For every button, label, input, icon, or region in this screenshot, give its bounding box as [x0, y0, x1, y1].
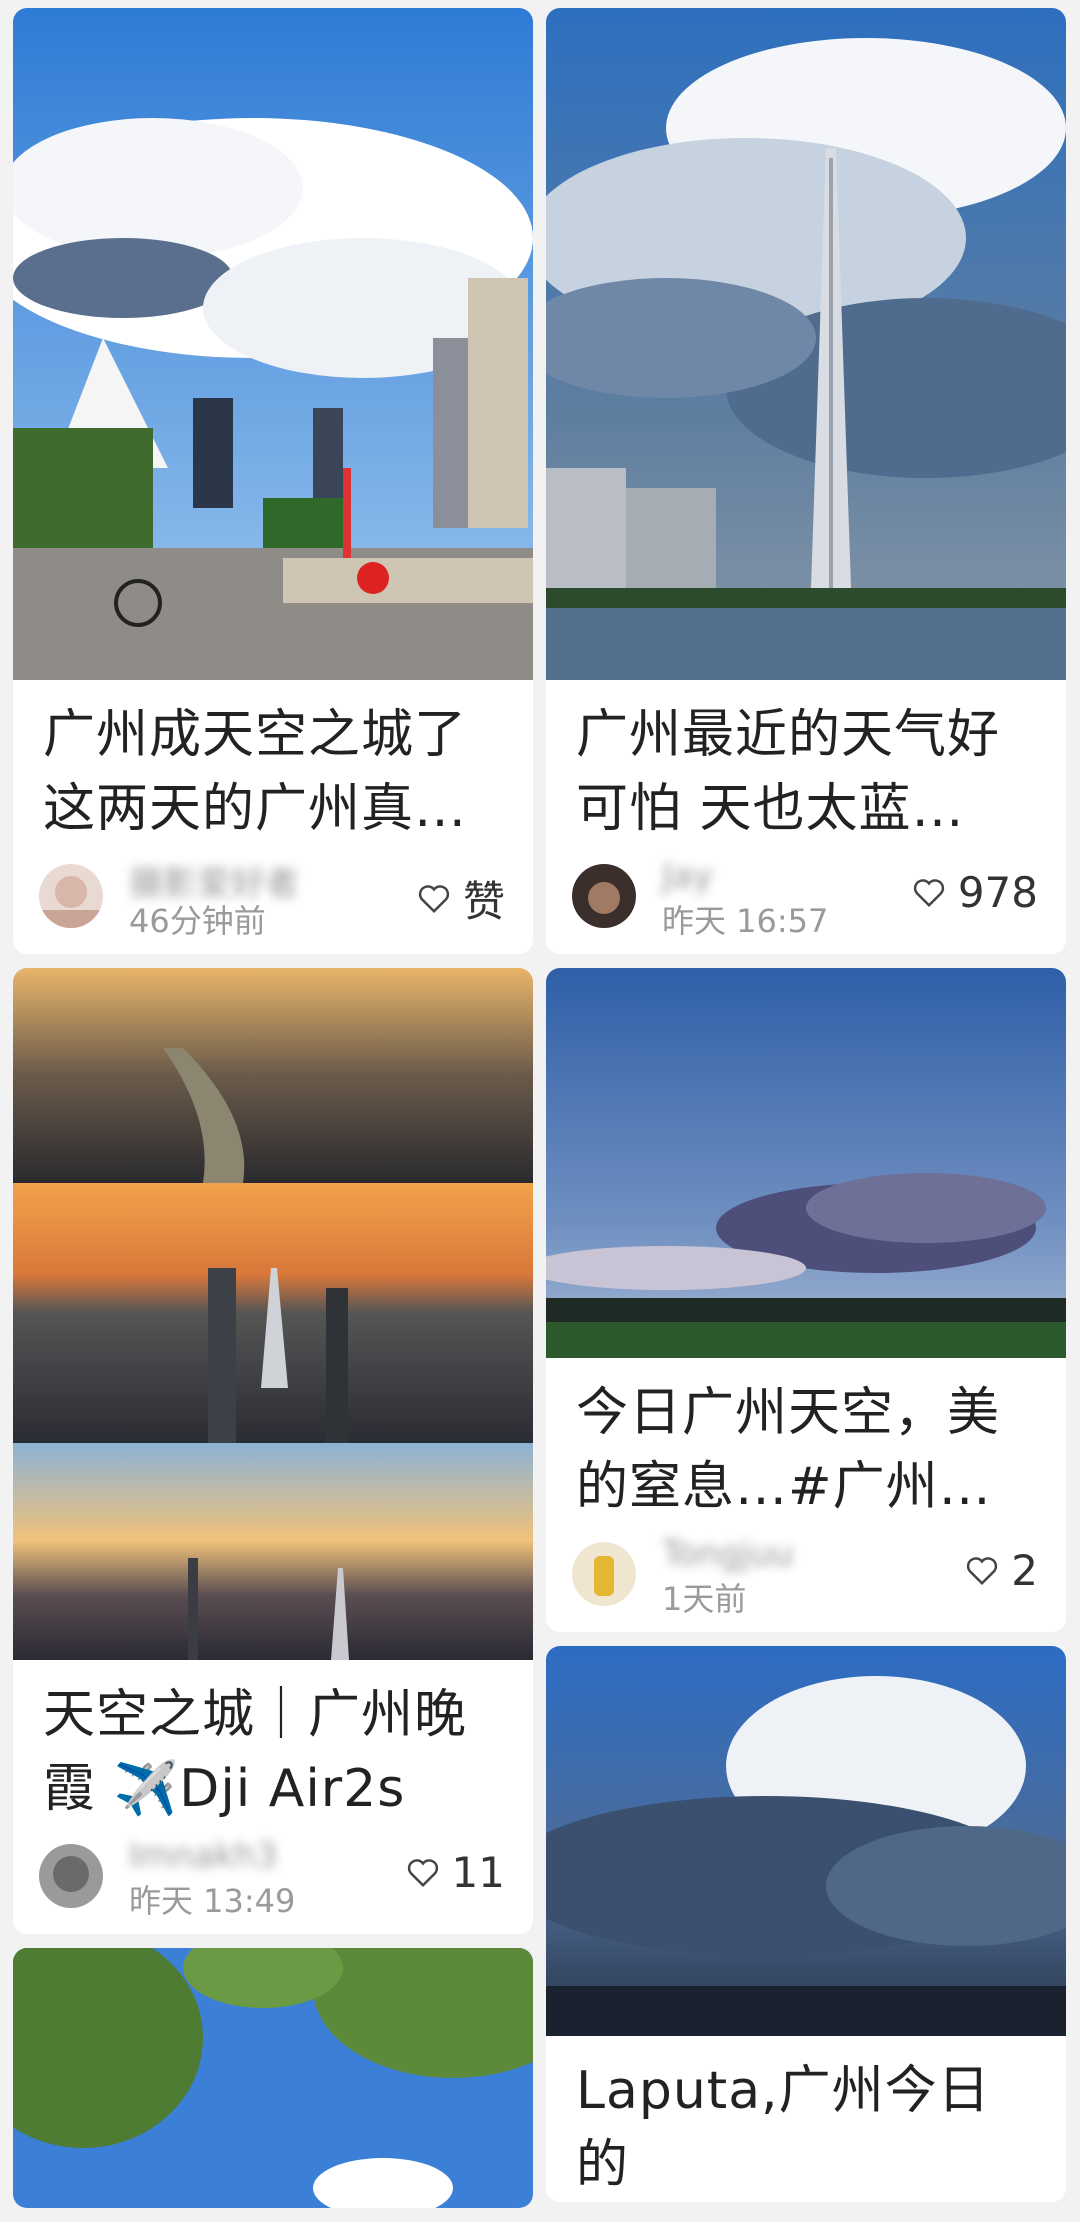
post-card[interactable]: 广州成天空之城了 这两天的广州真… 摄影爱好者 46分钟前 赞	[13, 8, 533, 954]
author-name[interactable]: Jay	[662, 856, 713, 896]
like-count: 赞	[462, 877, 505, 926]
author-avatar[interactable]	[572, 1542, 636, 1606]
post-title[interactable]: 今日广州天空，美的窒息…#广州…	[546, 1358, 1066, 1524]
heart-icon	[913, 878, 944, 907]
like-count: 11	[451, 1848, 505, 1897]
post-card[interactable]: 天空之城｜广州晚霞 ✈️Dji Air2s 7.… Imnakh3 昨天 13:…	[13, 968, 533, 1934]
post-image-city-skyline[interactable]	[13, 8, 533, 680]
like-button[interactable]: 11	[406, 1848, 505, 1897]
author-name[interactable]: Tongjuu	[662, 1534, 793, 1574]
post-card[interactable]: 广州最近的天气好可怕 天也太蓝… Jay 昨天 16:57 978	[546, 8, 1066, 954]
post-time: 昨天 16:57	[662, 902, 829, 940]
author-name[interactable]: Imnakh3	[129, 1836, 277, 1876]
post-image-storm-cloud-skyline[interactable]	[546, 1646, 1066, 2036]
post-title[interactable]: 广州成天空之城了 这两天的广州真…	[13, 680, 533, 846]
author-avatar[interactable]	[572, 864, 636, 928]
post-image-trees-sky[interactable]	[13, 1948, 533, 2208]
post-meta: Tongjuu 1天前 2	[546, 1524, 1066, 1632]
post-time: 1天前	[662, 1580, 747, 1618]
feed-column-right: 广州最近的天气好可怕 天也太蓝… Jay 昨天 16:57 978 今日广州天空…	[546, 8, 1066, 2216]
post-image-sunset-aerial[interactable]	[13, 968, 533, 1660]
heart-icon	[967, 1556, 998, 1585]
post-title[interactable]: Laputa,广州今日的	[546, 2036, 1066, 2202]
like-button[interactable]: 2	[965, 1546, 1038, 1595]
post-meta: 摄影爱好者 46分钟前 赞	[13, 846, 533, 954]
post-title[interactable]: 广州最近的天气好可怕 天也太蓝…	[546, 680, 1066, 846]
author-avatar[interactable]	[39, 1844, 103, 1908]
post-image-clouds-landscape[interactable]	[546, 968, 1066, 1358]
heart-icon	[407, 1858, 438, 1887]
feed-column-left: 广州成天空之城了 这两天的广州真… 摄影爱好者 46分钟前 赞 天空之城｜广州晚…	[13, 8, 533, 2222]
post-image-canton-tower[interactable]	[546, 8, 1066, 680]
post-time: 昨天 13:49	[129, 1882, 296, 1920]
post-meta: Imnakh3 昨天 13:49 11	[13, 1826, 533, 1934]
post-title[interactable]: 天空之城｜广州晚霞 ✈️Dji Air2s 7.…	[13, 1660, 533, 1826]
author-avatar[interactable]	[39, 864, 103, 928]
post-card[interactable]	[13, 1948, 533, 2208]
post-card[interactable]: Laputa,广州今日的	[546, 1646, 1066, 2202]
post-card[interactable]: 今日广州天空，美的窒息…#广州… Tongjuu 1天前 2	[546, 968, 1066, 1632]
like-button[interactable]: 赞	[417, 868, 505, 929]
post-time: 46分钟前	[129, 902, 266, 940]
like-count: 978	[957, 868, 1038, 917]
like-count: 2	[1011, 1546, 1038, 1595]
heart-icon	[418, 884, 450, 913]
like-button[interactable]: 978	[912, 868, 1038, 917]
post-meta: Jay 昨天 16:57 978	[546, 846, 1066, 954]
